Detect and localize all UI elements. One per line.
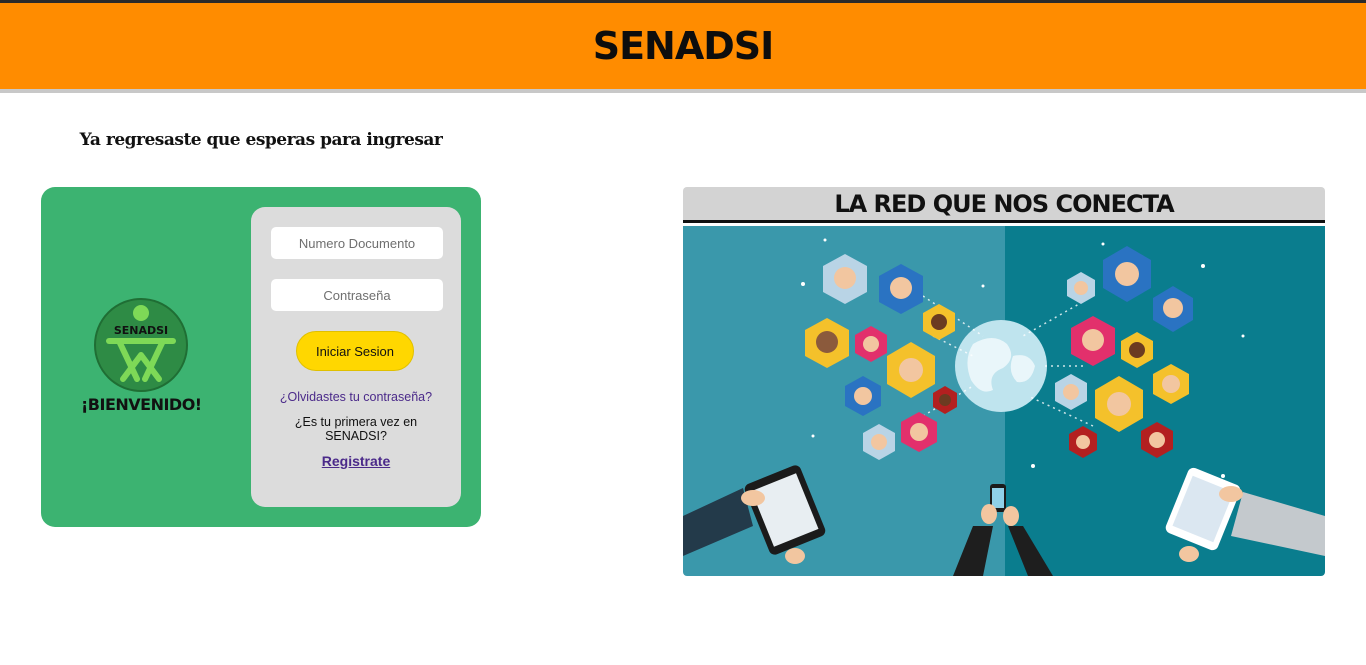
- first-time-text: ¿Es tu primera vez en SENADSI?: [294, 415, 418, 443]
- senadsi-logo-icon: SENADSI: [94, 298, 188, 392]
- forgot-password-link[interactable]: ¿Olvidastes tu contraseña?: [251, 390, 461, 404]
- password-input[interactable]: [271, 279, 443, 311]
- banner: LA RED QUE NOS CONECTA: [683, 187, 1325, 576]
- brand-block: SENADSI ¡BIENVENIDO!: [81, 297, 202, 414]
- register-link[interactable]: Registrate: [251, 453, 461, 469]
- site-title: SENADSI: [592, 24, 775, 68]
- banner-title-bar: LA RED QUE NOS CONECTA: [683, 187, 1325, 223]
- login-card: SENADSI ¡BIENVENIDO! Iniciar Sesion ¿Olv…: [41, 187, 481, 527]
- login-button[interactable]: Iniciar Sesion: [296, 331, 414, 371]
- login-form: Iniciar Sesion ¿Olvidastes tu contraseña…: [251, 207, 461, 507]
- network-illustration-icon: [683, 226, 1325, 576]
- tagline: Ya regresaste que esperas para ingresar: [79, 130, 443, 150]
- banner-title: LA RED QUE NOS CONECTA: [834, 189, 1174, 218]
- welcome-text: ¡BIENVENIDO!: [81, 395, 202, 414]
- document-number-input[interactable]: [271, 227, 443, 259]
- logo-text: SENADSI: [114, 324, 168, 337]
- site-header: SENADSI: [0, 3, 1366, 93]
